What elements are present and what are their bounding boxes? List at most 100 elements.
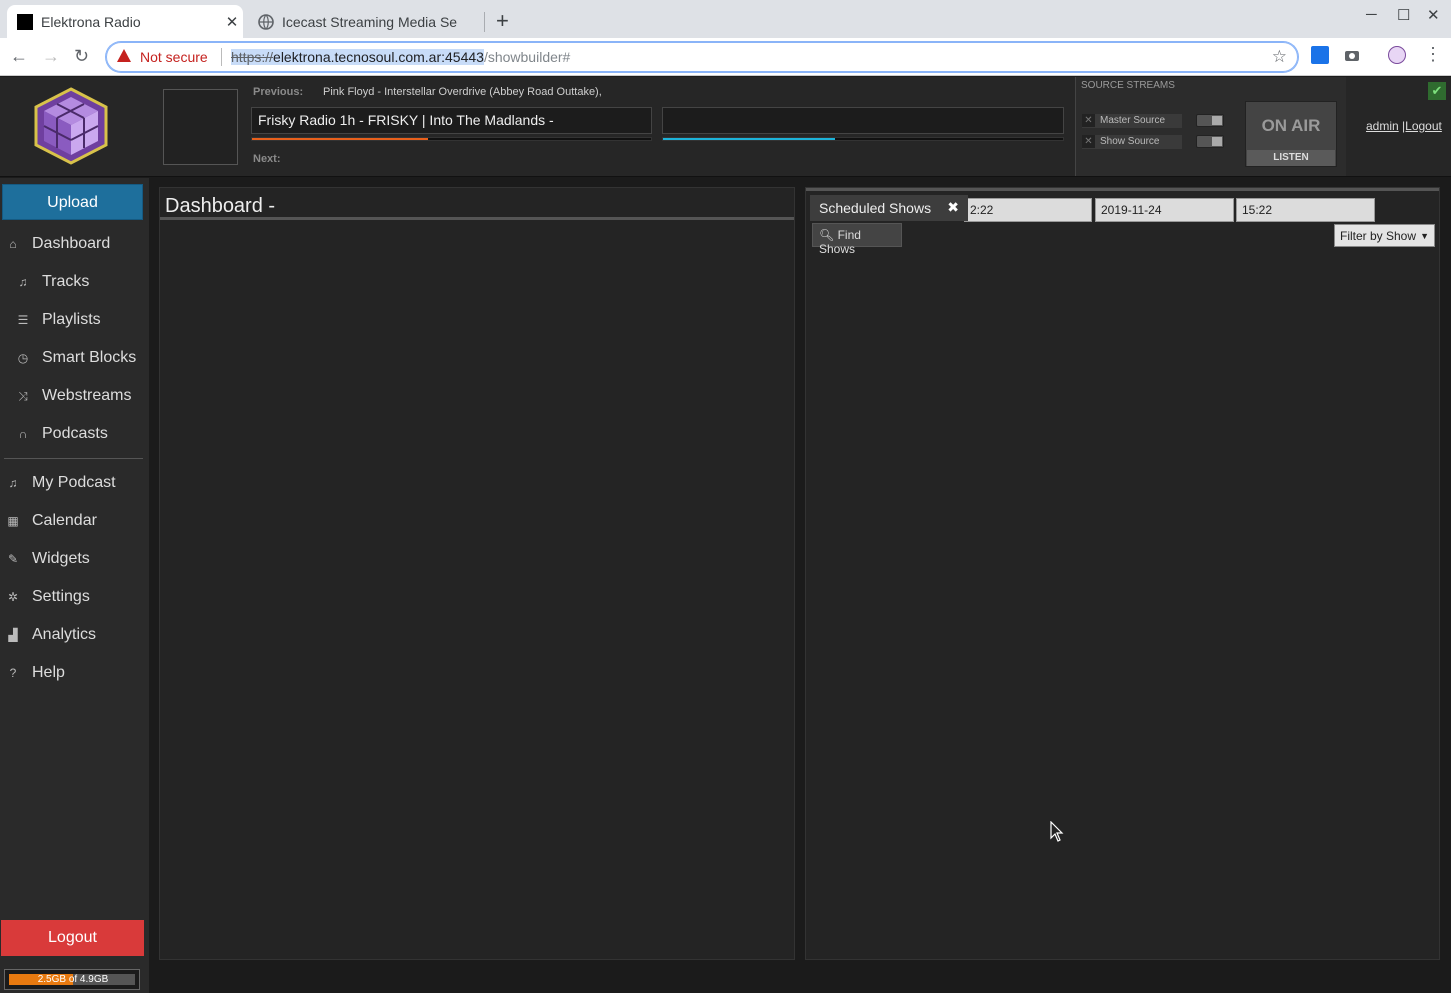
forward-icon[interactable]: → bbox=[42, 46, 60, 67]
tab-label: Scheduled Shows bbox=[819, 200, 932, 216]
clock-icon: ◷ bbox=[17, 351, 29, 365]
profile-avatar[interactable] bbox=[1388, 46, 1406, 64]
url-text[interactable]: https://elektrona.tecnosoul.com.ar:45443… bbox=[231, 49, 570, 65]
divider bbox=[221, 48, 222, 66]
page-title: Dashboard - bbox=[165, 195, 276, 217]
tab-scheduled-shows[interactable]: Scheduled Shows ✖ bbox=[810, 195, 968, 221]
address-bar[interactable]: Not secure https://elektrona.tecnosoul.c… bbox=[106, 42, 1298, 72]
show-source-toggle[interactable] bbox=[1196, 135, 1224, 148]
sidebar-item-my-podcast[interactable]: ♫ My Podcast bbox=[4, 468, 153, 498]
current-progress-bar bbox=[251, 137, 652, 141]
sidebar-item-podcasts[interactable]: ∩ Podcasts bbox=[14, 419, 163, 449]
find-shows-button[interactable]: 🔍︎ Find Shows bbox=[812, 223, 902, 256]
sidebar-item-tracks[interactable]: ♫ Tracks bbox=[14, 267, 163, 297]
disconnect-icon[interactable]: ✕ bbox=[1082, 114, 1095, 127]
dashboard-panel: Dashboard - bbox=[159, 187, 795, 960]
sidebar-item-help[interactable]: ? Help bbox=[4, 658, 153, 688]
sidebar-item-analytics[interactable]: ▟ Analytics bbox=[4, 620, 153, 650]
start-time-input[interactable]: 2:22 bbox=[964, 198, 1092, 222]
sidebar-item-widgets[interactable]: ✎ Widgets bbox=[4, 544, 153, 574]
close-tab-icon[interactable]: ✖ bbox=[947, 199, 959, 216]
app-header: Previous: Pink Floyd - Interstellar Over… bbox=[0, 77, 1451, 177]
panel-top-border bbox=[806, 188, 1439, 191]
sidebar-item-dashboard[interactable]: ⌂ Dashboard bbox=[4, 229, 153, 259]
on-air-indicator: ON AIR LISTEN bbox=[1245, 101, 1337, 167]
bar-chart-icon: ▟ bbox=[8, 628, 18, 642]
end-time-input[interactable]: 15:22 bbox=[1236, 198, 1375, 222]
mouse-cursor-icon bbox=[1050, 821, 1064, 842]
upload-button[interactable]: Upload bbox=[2, 184, 143, 220]
tab-title: Icecast Streaming Media Se bbox=[282, 13, 458, 30]
browser-tab-strip: Elektrona Radio ✕ Icecast Streaming Medi… bbox=[0, 0, 1451, 38]
browser-toolbar: ← → ↻ Not secure https://elektrona.tecno… bbox=[0, 38, 1451, 76]
sidebar-item-webstreams[interactable]: ⤨ Webstreams bbox=[14, 381, 163, 411]
sidebar-divider bbox=[4, 458, 143, 459]
sidebar-item-settings[interactable]: ✲ Settings bbox=[4, 582, 153, 612]
current-progress-fill bbox=[252, 138, 428, 140]
station-logo[interactable] bbox=[30, 85, 112, 167]
master-source-row: ✕ Master Source bbox=[1082, 114, 1182, 128]
end-date-input[interactable]: 2019-11-24 bbox=[1095, 198, 1234, 222]
next-progress-bar bbox=[662, 137, 1064, 141]
listen-button[interactable]: LISTEN bbox=[1247, 150, 1335, 166]
user-links: admin |Logout bbox=[1366, 119, 1442, 133]
search-icon: 🔍︎ bbox=[819, 228, 835, 242]
next-track bbox=[662, 107, 1064, 134]
wrench-icon: ✎ bbox=[7, 552, 19, 566]
security-label: Not secure bbox=[140, 49, 208, 65]
disk-usage: 2.5GB of 4.9GB bbox=[4, 969, 140, 990]
tab-title: Elektrona Radio bbox=[41, 13, 141, 30]
extension-icon[interactable] bbox=[1311, 46, 1329, 64]
title-divider bbox=[160, 217, 794, 220]
reload-icon[interactable]: ↻ bbox=[74, 46, 89, 67]
tab-separator bbox=[484, 12, 485, 32]
admin-link[interactable]: admin bbox=[1366, 119, 1399, 133]
browser-tab-elektrona[interactable]: Elektrona Radio ✕ bbox=[7, 5, 243, 38]
sidebar-item-calendar[interactable]: ▦ Calendar bbox=[4, 506, 153, 536]
home-icon: ⌂ bbox=[9, 237, 17, 251]
album-art bbox=[163, 89, 238, 165]
globe-icon bbox=[258, 13, 274, 30]
new-tab-icon[interactable]: + bbox=[496, 8, 509, 34]
chevron-down-icon: ▼ bbox=[1420, 231, 1429, 241]
source-streams-title: SOURCE STREAMS bbox=[1081, 80, 1175, 91]
menu-kebab-icon[interactable]: ⋮ bbox=[1424, 44, 1442, 65]
next-label: Next: bbox=[253, 153, 281, 165]
bookmark-star-icon[interactable]: ☆ bbox=[1272, 47, 1287, 67]
on-air-label: ON AIR bbox=[1261, 116, 1321, 135]
disconnect-icon[interactable]: ✕ bbox=[1082, 135, 1095, 148]
maximize-icon[interactable]: ☐ bbox=[1397, 6, 1410, 24]
current-track: Frisky Radio 1h - FRISKY | Into The Madl… bbox=[251, 107, 652, 134]
scheduled-shows-panel: 2:22 2019-11-24 15:22 Scheduled Shows ✖ … bbox=[805, 187, 1440, 960]
source-streams-panel: SOURCE STREAMS ✕ Master Source ✕ Show Sour… bbox=[1075, 77, 1346, 176]
window-close-icon[interactable]: ✕ bbox=[1427, 6, 1440, 24]
music-note-icon: ♫ bbox=[18, 275, 28, 289]
gear-icon: ✲ bbox=[7, 590, 19, 604]
close-tab-icon[interactable]: ✕ bbox=[221, 13, 243, 31]
sidebar-item-playlists[interactable]: ☰ Playlists bbox=[14, 305, 163, 335]
filter-by-show-select[interactable]: Filter by Show ▼ bbox=[1334, 224, 1435, 247]
camera-icon[interactable] bbox=[1343, 46, 1361, 64]
warning-icon bbox=[117, 49, 131, 62]
show-source-row: ✕ Show Source bbox=[1082, 135, 1182, 149]
sidebar-item-smart-blocks[interactable]: ◷ Smart Blocks bbox=[14, 343, 163, 373]
browser-tab-icecast[interactable]: Icecast Streaming Media Se bbox=[248, 5, 484, 38]
previous-label: Previous: bbox=[253, 86, 304, 98]
list-icon: ☰ bbox=[17, 313, 29, 327]
sidebar: Upload ⌂ Dashboard ♫ Tracks ☰ Playlists ◷ Sm… bbox=[0, 178, 149, 993]
disk-usage-text: 2.5GB of 4.9GB bbox=[37, 974, 109, 985]
master-source-toggle[interactable] bbox=[1196, 114, 1224, 127]
music-note-icon: ♫ bbox=[8, 476, 18, 490]
shuffle-icon: ⤨ bbox=[18, 388, 28, 403]
footer bbox=[149, 960, 1451, 993]
status-check-icon[interactable]: ✔ bbox=[1428, 82, 1446, 100]
calendar-icon: ▦ bbox=[7, 514, 19, 528]
next-progress-fill bbox=[663, 138, 835, 140]
logout-button[interactable]: Logout bbox=[1, 920, 144, 956]
previous-track: Pink Floyd - Interstellar Overdrive (Abb… bbox=[323, 86, 602, 98]
back-icon[interactable]: ← bbox=[10, 46, 28, 67]
minimize-icon[interactable]: ─ bbox=[1366, 6, 1377, 23]
favicon-icon bbox=[17, 13, 33, 30]
help-icon: ? bbox=[9, 666, 17, 680]
logout-link[interactable]: |Logout bbox=[1402, 119, 1442, 133]
